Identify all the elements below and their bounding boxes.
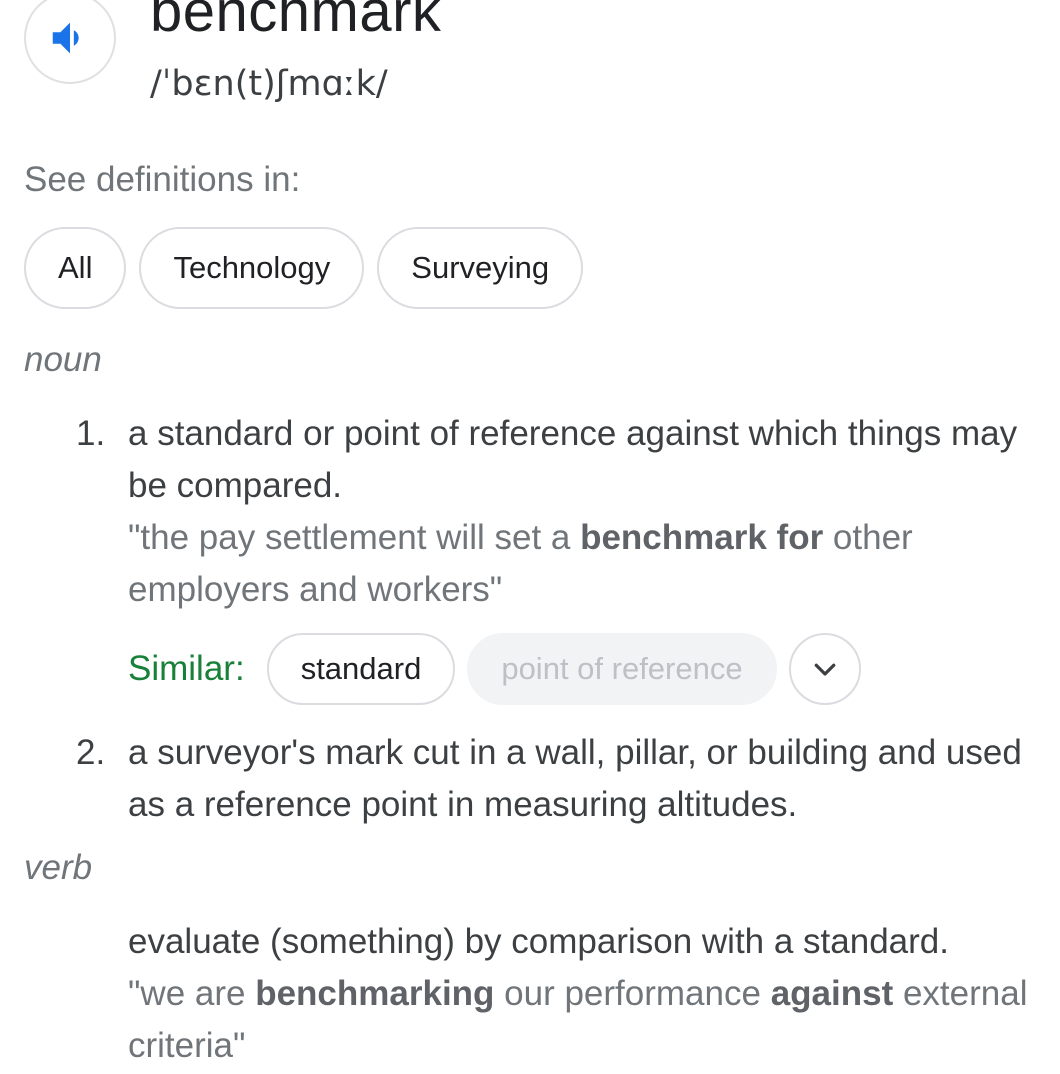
similar-words-row: Similar: standard point of reference <box>128 633 861 705</box>
synonym-chip-point-of-reference[interactable]: point of reference <box>467 633 777 705</box>
example-text: "we are <box>128 974 256 1013</box>
definition-text: a surveyor's mark cut in a wall, pillar,… <box>128 733 1022 824</box>
headword: benchmark <box>150 0 442 44</box>
example-sentence: "the pay settlement will set a benchmark… <box>128 512 1028 616</box>
synonym-chip-standard[interactable]: standard <box>266 633 456 705</box>
sense-number: 2. <box>76 733 106 772</box>
chevron-down-icon <box>814 663 835 676</box>
definition-text: evaluate (something) by comparison with … <box>128 922 949 961</box>
phonetic-transcription: /ˈbɛn(t)ʃmɑːk/ <box>150 64 388 104</box>
chip-technology[interactable]: Technology <box>139 227 365 309</box>
see-definitions-label: See definitions in: <box>24 160 301 199</box>
sense-2: a surveyor's mark cut in a wall, pillar,… <box>128 727 1028 831</box>
similar-label: Similar: <box>128 649 245 688</box>
sense-1: a standard or point of reference against… <box>128 408 1028 616</box>
chip-all[interactable]: All <box>24 227 127 309</box>
example-sentence: "we are benchmarking our performance aga… <box>128 968 1028 1072</box>
example-text: "the pay settlement will set a <box>128 518 581 557</box>
example-text: our performance <box>494 974 771 1013</box>
example-keyword: benchmarking <box>255 974 495 1013</box>
part-of-speech-verb: verb <box>24 848 93 887</box>
example-keyword: benchmark for <box>580 518 824 557</box>
pronunciation-speaker-button[interactable] <box>24 0 116 84</box>
part-of-speech-noun: noun <box>24 340 102 379</box>
sense-number: 1. <box>76 414 106 453</box>
volume-up-icon <box>52 22 79 54</box>
example-keyword: against <box>770 974 894 1013</box>
verb-sense: evaluate (something) by comparison with … <box>128 916 1028 1072</box>
expand-similar-button[interactable] <box>788 633 861 705</box>
definition-category-chips: All Technology Surveying <box>24 227 584 309</box>
definition-text: a standard or point of reference against… <box>128 414 1018 505</box>
chip-surveying[interactable]: Surveying <box>377 227 584 309</box>
